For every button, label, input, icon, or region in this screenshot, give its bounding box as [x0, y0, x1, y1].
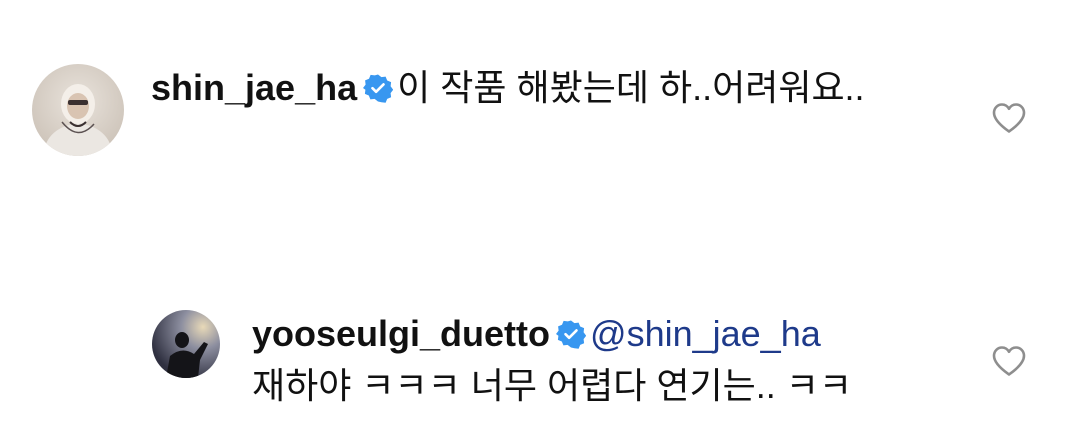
comment-text: 이 작품 해봤는데 하..어려워요..	[397, 67, 865, 108]
heart-outline-icon	[992, 103, 1026, 133]
profile-photo	[152, 310, 220, 378]
heart-outline-icon	[992, 346, 1026, 376]
comment-body: shin_jae_ha 이 작품 해봤는데 하..어려워요..	[151, 62, 911, 114]
like-button[interactable]	[991, 102, 1027, 134]
verified-badge-icon	[363, 73, 394, 103]
like-button[interactable]	[991, 345, 1027, 377]
comment-reply: yooseulgi_duetto @shin_jae_ha 재하야 ㅋㅋㅋ 너무 어…	[152, 308, 1081, 418]
avatar[interactable]	[152, 310, 220, 378]
username[interactable]: shin_jae_ha	[151, 67, 357, 108]
comment: shin_jae_ha 이 작품 해봤는데 하..어려워요..	[32, 62, 1081, 172]
profile-photo	[32, 64, 124, 156]
verified-badge-icon	[556, 319, 587, 349]
comment-body: yooseulgi_duetto @shin_jae_ha 재하야 ㅋㅋㅋ 너무 어…	[252, 308, 1032, 412]
mention-link[interactable]: @shin_jae_ha	[590, 313, 821, 354]
username[interactable]: yooseulgi_duetto	[252, 313, 550, 354]
avatar[interactable]	[32, 64, 124, 156]
comment-text: 재하야 ㅋㅋㅋ 너무 어렵다 연기는.. ㅋㅋ	[252, 365, 852, 406]
